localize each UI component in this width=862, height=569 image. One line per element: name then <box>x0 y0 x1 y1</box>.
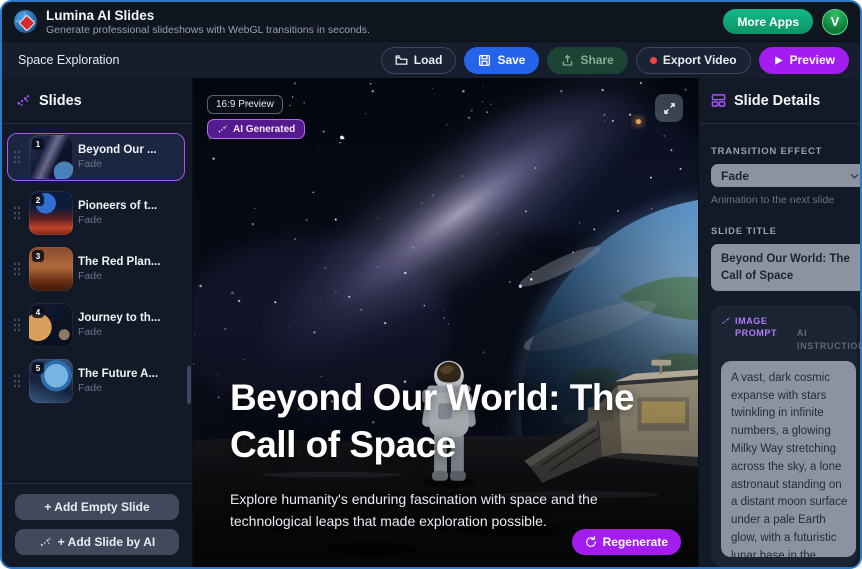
sidebar-scrollbar[interactable] <box>187 366 191 404</box>
slide-thumb: 2 <box>29 191 73 235</box>
app-subtitle: Generate professional slideshows with We… <box>46 24 370 36</box>
slide-title-label: SLIDE TITLE <box>711 226 860 237</box>
drag-handle-icon[interactable] <box>10 150 24 164</box>
slide-list-item[interactable]: 1 Beyond Our ... Fade <box>7 133 185 181</box>
slide-item-transition: Fade <box>78 326 160 338</box>
transition-help: Animation to the next slide <box>711 194 860 206</box>
save-icon <box>478 54 491 67</box>
regenerate-icon <box>585 536 597 548</box>
regenerate-button[interactable]: Regenerate <box>572 529 681 555</box>
add-slide-by-ai-button[interactable]: + Add Slide by AI <box>15 529 179 555</box>
more-apps-button[interactable]: More Apps <box>723 9 813 34</box>
transition-select[interactable]: Fade <box>711 164 860 187</box>
add-empty-slide-button[interactable]: + Add Empty Slide <box>15 494 179 520</box>
slide-item-transition: Fade <box>78 270 160 282</box>
slide-item-title: Pioneers of t... <box>78 200 157 212</box>
slide-list-item[interactable]: 4 Journey to th... Fade <box>7 301 185 349</box>
slides-panel-title: Slides <box>39 93 82 109</box>
project-name: Space Exploration <box>18 53 119 67</box>
slide-list: 1 Beyond Our ... Fade 2 Pioneers of t...… <box>2 124 192 483</box>
app-header: Lumina AI Slides Generate professional s… <box>2 2 860 41</box>
aspect-ratio-badge: 16:9 Preview <box>207 95 283 114</box>
load-button[interactable]: Load <box>381 47 457 74</box>
slide-thumb: 1 <box>29 135 73 179</box>
app-window: Lumina AI Slides Generate professional s… <box>0 0 862 569</box>
slide-preview: 16:9 Preview AI Generated Beyond Our Wor… <box>193 78 698 567</box>
sparkles-icon <box>16 93 31 108</box>
slide-item-title: The Future A... <box>78 368 158 380</box>
record-dot-icon <box>650 57 657 64</box>
slide-number-badge: 4 <box>32 306 44 318</box>
drag-handle-icon[interactable] <box>10 318 24 332</box>
avatar[interactable]: V <box>822 9 848 35</box>
ai-sparkles-icon <box>39 536 52 549</box>
slide-thumb: 3 <box>29 247 73 291</box>
sparkle-icon <box>217 124 228 135</box>
expand-icon <box>663 102 676 115</box>
toolbar: Space Exploration Load Save Share Export… <box>2 41 860 78</box>
tab-ai-instructions[interactable]: AI INSTRUCTIONS <box>797 315 860 351</box>
slide-item-transition: Fade <box>78 382 158 394</box>
slide-list-item[interactable]: 5 The Future A... Fade <box>7 357 185 405</box>
slide-thumb: 4 <box>29 303 73 347</box>
slide-item-title: Beyond Our ... <box>78 144 157 156</box>
chevron-down-icon <box>850 173 859 179</box>
drag-handle-icon[interactable] <box>10 374 24 388</box>
preview-button[interactable]: Preview <box>759 47 849 74</box>
prompt-card: IMAGE PROMPT AI INSTRUCTIONS A vast, dar… <box>711 305 857 567</box>
slide-item-title: Journey to th... <box>78 312 160 324</box>
slide-list-item[interactable]: 2 Pioneers of t... Fade <box>7 189 185 237</box>
share-icon <box>561 54 574 67</box>
tab-image-prompt[interactable]: IMAGE PROMPT <box>721 315 783 339</box>
layout-icon <box>711 93 726 108</box>
transition-effect-label: TRANSITION EFFECT <box>711 146 860 157</box>
drag-handle-icon[interactable] <box>10 206 24 220</box>
app-logo-icon <box>14 10 37 33</box>
slide-title-input[interactable]: Beyond Our World: The Call of Space <box>711 244 860 291</box>
share-button[interactable]: Share <box>547 47 627 74</box>
slide-number-badge: 5 <box>32 362 44 374</box>
slide-item-transition: Fade <box>78 158 157 170</box>
slide-number-badge: 2 <box>32 194 44 206</box>
drag-handle-icon[interactable] <box>10 262 24 276</box>
slide-thumb: 5 <box>29 359 73 403</box>
slide-item-title: The Red Plan... <box>78 256 160 268</box>
slides-sidebar: Slides 1 Beyond Our ... Fade 2 Pioneers … <box>2 78 193 567</box>
save-button[interactable]: Save <box>464 47 539 74</box>
slide-description: Explore humanity's enduring fascination … <box>230 488 612 532</box>
export-video-button[interactable]: Export Video <box>636 47 751 74</box>
load-icon <box>395 54 408 67</box>
slide-list-item[interactable]: 3 The Red Plan... Fade <box>7 245 185 293</box>
slide-number-badge: 3 <box>32 250 44 262</box>
slide-title: Beyond Our World: The Call of Space <box>230 375 680 468</box>
details-panel: Slide Details TRANSITION EFFECT Fade Ani… <box>698 78 860 567</box>
slide-number-badge: 1 <box>32 138 44 150</box>
expand-button[interactable] <box>655 94 683 122</box>
app-title: Lumina AI Slides <box>46 8 370 23</box>
sparkle-icon <box>721 316 731 326</box>
details-panel-title: Slide Details <box>734 93 820 109</box>
ai-generated-badge: AI Generated <box>207 119 305 139</box>
slide-item-transition: Fade <box>78 214 157 226</box>
play-icon <box>773 55 784 66</box>
image-prompt-input[interactable]: A vast, dark cosmic expanse with stars t… <box>721 361 856 557</box>
